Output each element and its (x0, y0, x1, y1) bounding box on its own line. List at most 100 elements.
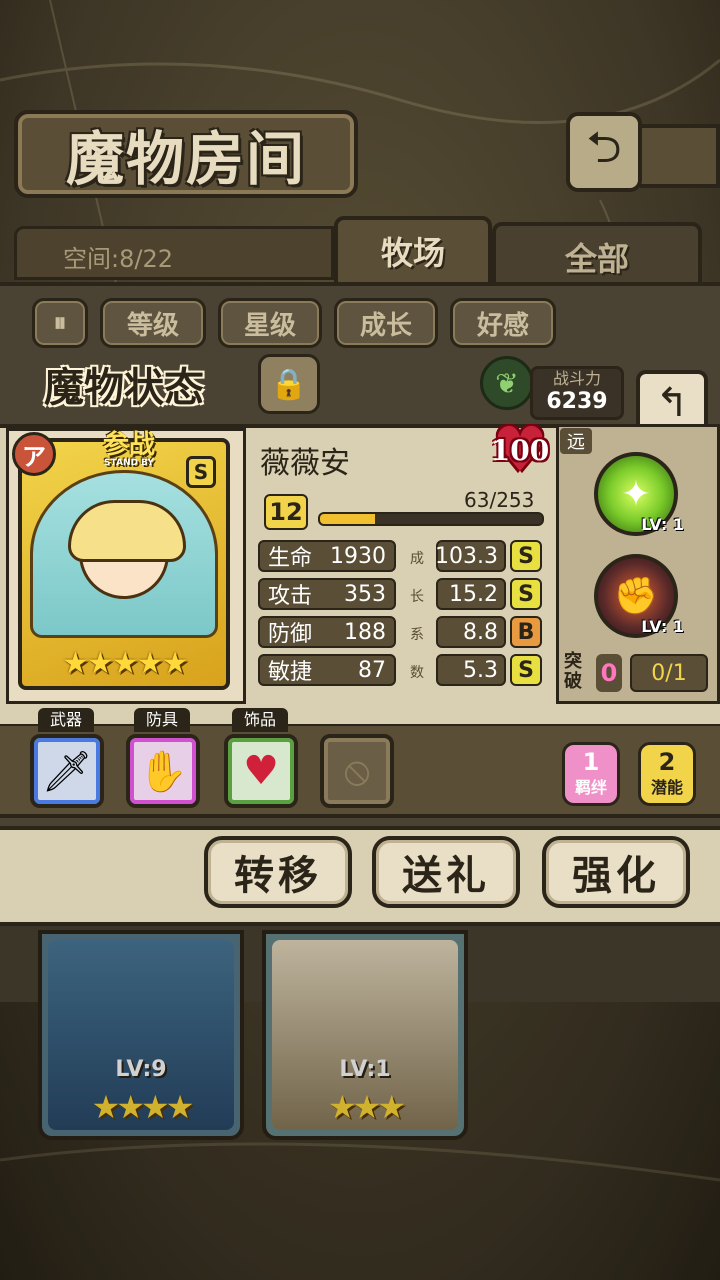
growth-value: 5.3 (436, 654, 506, 686)
stat-label: 防御 (268, 622, 313, 647)
return-arrow-icon: ⮌ (586, 121, 622, 173)
power-value: 6239 (546, 389, 608, 414)
growth-label-char: 长 (410, 589, 424, 605)
growth-value: 103.3 (435, 540, 506, 572)
filter-growth-button[interactable]: 成长 (334, 298, 438, 348)
skill-1-button[interactable]: ✦ LV: 1 (594, 452, 684, 536)
stat-value: 353 (344, 581, 386, 607)
filter-growth-label: 成长 (359, 310, 412, 341)
growth-label-char: 系 (410, 627, 424, 643)
transfer-button[interactable]: 转移 (204, 836, 352, 908)
monster-portrait (30, 470, 218, 638)
header-right-bar (640, 124, 720, 188)
enhance-label: 强化 (572, 852, 660, 899)
stat-label: 攻击 (268, 584, 313, 609)
tab-pasture-label: 牧场 (380, 234, 445, 272)
grade-badge: S (510, 540, 542, 572)
break-label: 突破 (564, 651, 582, 692)
filter-star-button[interactable]: 星级 (218, 298, 322, 348)
armor-slot[interactable]: ✋ (126, 734, 200, 808)
bond-button[interactable]: 1 羁绊 (562, 742, 620, 806)
gift-label: 送礼 (402, 852, 490, 899)
potential-label: 潜能 (650, 778, 683, 797)
padlock-icon: 🔒 (270, 366, 308, 402)
side-badge: ア (12, 432, 56, 476)
stat-label: 敏捷 (268, 660, 313, 685)
skill-2-level: LV: 1 (641, 617, 684, 636)
range-badge: 远 (560, 428, 592, 454)
accessory-slot[interactable]: ♥ (224, 734, 298, 808)
exp-bar-fill (320, 514, 376, 524)
sword-icon: 🗡 (41, 748, 93, 795)
power-box: 战斗力 6239 (530, 366, 624, 420)
element-badge: ❦ (480, 356, 534, 410)
break-ratio: 0/1 (630, 654, 708, 692)
stat-row-0: 生命 1930 (258, 540, 396, 572)
filter-star-label: 星级 (243, 310, 296, 341)
stat-value: 87 (358, 657, 386, 683)
standby-sub: STAND BY (104, 458, 154, 468)
skill-1-level: LV: 1 (641, 515, 684, 534)
transfer-label: 转移 (234, 852, 322, 899)
stat-label: 生命 (268, 546, 313, 571)
empty-slot-icon: ⦸ (343, 748, 371, 794)
standby-label: 参战 (102, 430, 155, 460)
gift-button[interactable]: 送礼 (372, 836, 520, 908)
break-value: 0 (596, 654, 622, 692)
standby-badge: 参战 STAND BY (86, 432, 172, 472)
growth-value: 8.8 (436, 616, 506, 648)
dim-overlay (0, 926, 720, 1280)
stat-row-3: 敏捷 87 (258, 654, 396, 686)
light-burst-icon: ✦ (620, 473, 652, 515)
growth-value: 15.2 (436, 578, 506, 610)
filter-affection-label: 好感 (476, 310, 529, 341)
exp-text: 63/253 (464, 488, 535, 512)
tab-all-label: 全部 (564, 240, 629, 278)
empty-slot[interactable]: ⦸ (320, 734, 394, 808)
skill-2-button[interactable]: ✊ LV: 1 (594, 554, 684, 638)
stat-row-1: 攻击 353 (258, 578, 396, 610)
weapon-slot[interactable]: 🗡 (30, 734, 104, 808)
back-button[interactable]: ⮌ (566, 112, 642, 192)
pause-sort-icon: ⏸ (53, 307, 67, 338)
affection-heart: 100 (490, 428, 550, 472)
exp-bar (318, 512, 544, 526)
tab-pasture[interactable]: 牧场 (334, 216, 492, 286)
grade-badge: S (510, 654, 542, 686)
potential-count: 2 (658, 748, 676, 776)
potential-button[interactable]: 2 潜能 (638, 742, 696, 806)
enhance-button[interactable]: 强化 (542, 836, 690, 908)
bond-label: 羁绊 (574, 778, 607, 797)
page-title: 魔物房间 (65, 125, 306, 193)
accessory-tag: 饰品 (232, 708, 288, 732)
grade-badge: S (510, 578, 542, 610)
page-title-banner: 魔物房间 (14, 110, 358, 198)
space-indicator: 空间:8/22 (14, 226, 334, 280)
fist-strike-icon: ✊ (613, 576, 659, 617)
bond-count: 1 (582, 748, 600, 776)
weapon-tag: 武器 (38, 708, 94, 732)
monster-name: 薇薇安 (260, 446, 350, 481)
filter-level-button[interactable]: 等级 (100, 298, 206, 348)
armor-tag: 防具 (134, 708, 190, 732)
status-title: 魔物状态 (44, 364, 204, 411)
portrait-character (68, 500, 186, 599)
stat-value: 1930 (330, 543, 386, 569)
lock-button[interactable]: 🔒 (258, 354, 320, 414)
gauntlet-icon: ✋ (138, 748, 188, 795)
growth-label-char: 成 (410, 551, 424, 567)
card-stars: ★★★★★ (62, 646, 188, 681)
grade-badge: B (510, 616, 542, 648)
leaf-icon: ❦ (495, 366, 519, 400)
rank-badge: S (186, 456, 216, 488)
return-arrow-icon: ↰ (655, 380, 689, 426)
sort-toggle-button[interactable]: ⏸ (32, 298, 88, 348)
level-badge: 12 (264, 494, 308, 530)
filter-level-label: 等级 (126, 310, 179, 341)
filter-affection-button[interactable]: 好感 (450, 298, 556, 348)
space-label: 空间:8/22 (63, 245, 173, 273)
stat-value: 188 (344, 619, 386, 645)
power-label: 战斗力 (552, 369, 601, 388)
growth-label-char: 数 (410, 665, 424, 681)
stat-row-2: 防御 188 (258, 616, 396, 648)
